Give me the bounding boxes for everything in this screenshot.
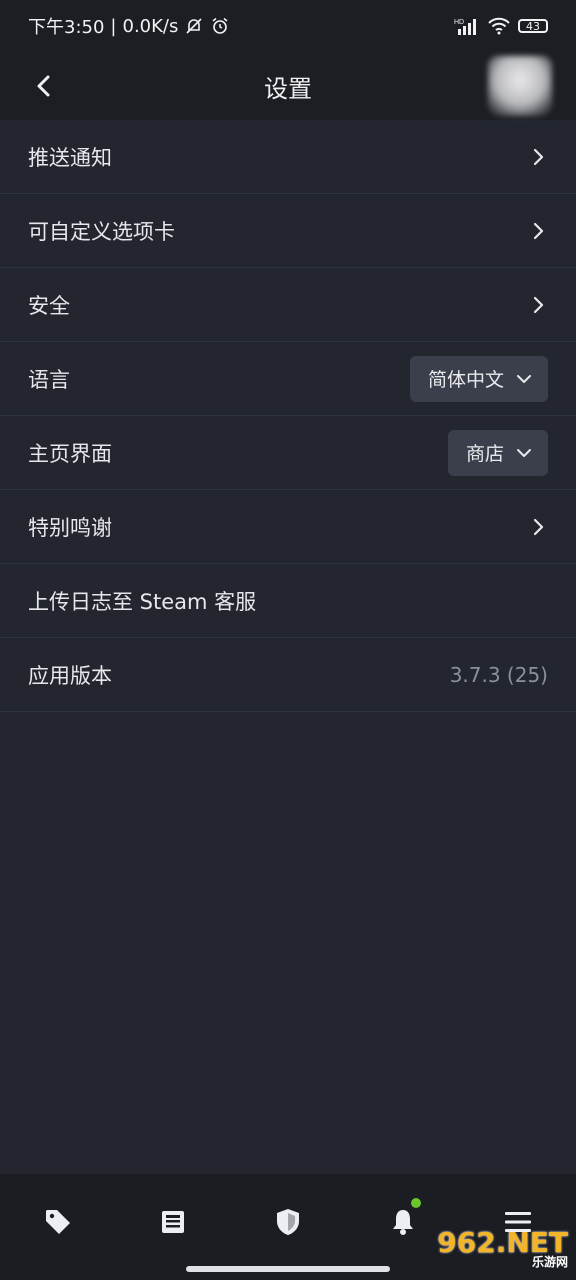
settings-item-label: 推送通知 [28, 145, 112, 170]
mute-icon [186, 18, 202, 34]
wifi-icon [488, 17, 510, 35]
status-separator: | [110, 15, 117, 37]
language-dropdown[interactable]: 简体中文 [409, 355, 548, 402]
status-right: HD 43 [454, 17, 548, 35]
app-header: 设置 [0, 52, 576, 120]
page-title: 设置 [264, 74, 312, 103]
home-indicator[interactable] [186, 1266, 390, 1272]
tab-notifications[interactable] [373, 1198, 433, 1242]
notification-badge [411, 1198, 422, 1208]
language-value: 简体中文 [427, 369, 504, 391]
alarm-icon [212, 17, 228, 34]
tab-guard[interactable] [258, 1202, 318, 1242]
tab-news[interactable] [143, 1202, 203, 1242]
settings-item-push-notifications[interactable]: 推送通知 [0, 120, 576, 194]
status-time: 下午3:50 [28, 17, 105, 38]
settings-item-app-version: 应用版本 3.7.3 (25) [0, 638, 576, 712]
chevron-down-icon [517, 374, 531, 383]
chevron-right-icon [528, 221, 548, 241]
settings-item-label: 可自定义选项卡 [28, 219, 175, 244]
chevron-right-icon [528, 147, 548, 167]
home-screen-value: 商店 [465, 443, 504, 465]
back-button[interactable] [24, 66, 64, 106]
settings-item-security[interactable]: 安全 [0, 268, 576, 342]
signal-icon: HD [454, 19, 476, 35]
status-network-speed: 0.0K/s [122, 15, 179, 37]
status-bar: 下午3:50 | 0.0K/s HD 43 [0, 0, 576, 52]
settings-item-label: 特别鸣谢 [28, 515, 112, 540]
settings-item-home-screen: 主页界面 商店 [0, 416, 576, 490]
settings-list: 推送通知 可自定义选项卡 安全 语言 简体中文 主页界面 商店 特别鸣谢 上传日… [0, 120, 576, 712]
shield-icon [276, 1209, 299, 1235]
battery-indicator: 43 [518, 19, 548, 33]
hd-label: HD [454, 19, 464, 26]
home-screen-dropdown[interactable]: 商店 [447, 429, 548, 476]
battery-level: 43 [526, 19, 540, 33]
avatar[interactable] [488, 56, 552, 116]
settings-item-upload-logs[interactable]: 上传日志至 Steam 客服 [0, 564, 576, 638]
settings-item-label: 语言 [28, 367, 70, 392]
chevron-right-icon [528, 295, 548, 315]
bell-icon [393, 1210, 414, 1235]
watermark-logo: 962.NET 乐游网 [437, 1226, 568, 1270]
settings-item-special-thanks[interactable]: 特别鸣谢 [0, 490, 576, 564]
settings-item-label: 主页界面 [28, 441, 112, 466]
tab-store[interactable] [28, 1202, 88, 1242]
chevron-left-icon [37, 75, 50, 97]
status-left: 下午3:50 | 0.0K/s [28, 13, 230, 39]
settings-item-language: 语言 简体中文 [0, 342, 576, 416]
tag-icon [45, 1210, 70, 1234]
app-version-value: 3.7.3 (25) [449, 662, 548, 687]
chevron-right-icon [528, 517, 548, 537]
chevron-down-icon [517, 448, 531, 457]
settings-item-custom-tabs[interactable]: 可自定义选项卡 [0, 194, 576, 268]
news-icon [161, 1211, 184, 1233]
settings-item-label: 应用版本 [28, 663, 112, 688]
settings-item-label: 上传日志至 Steam 客服 [28, 589, 257, 614]
settings-item-label: 安全 [28, 293, 70, 318]
